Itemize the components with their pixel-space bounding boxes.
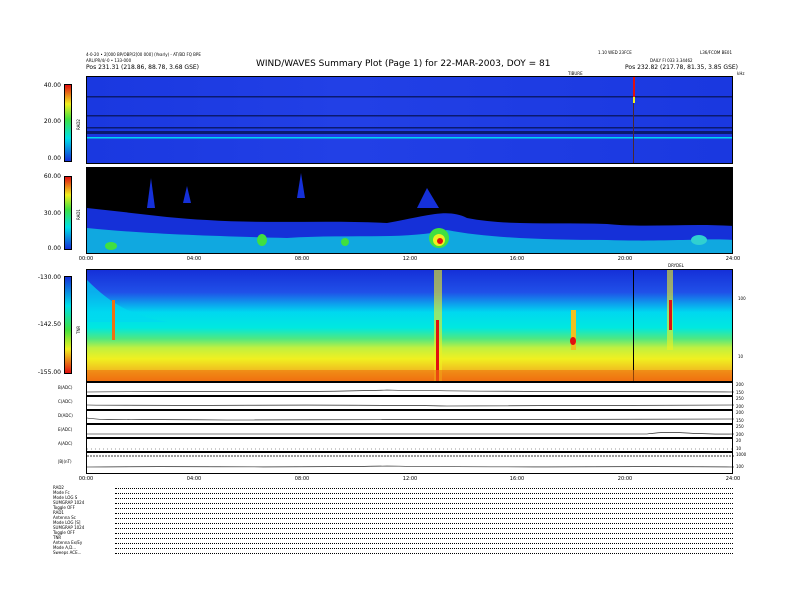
strip-1-right-top: 200 (736, 382, 744, 387)
rad2-tick-bottom: 0.00 (47, 155, 61, 162)
bottom-xtick-5: 20:00 (617, 476, 633, 482)
header-info-right-2: L36/FCOM BE01 (700, 50, 732, 55)
bottom-xtick-4: 16:00 (509, 476, 525, 482)
rad2-spectrogram (86, 76, 733, 164)
strip-label-5: A(ADC) (58, 441, 73, 446)
tnr-tick-mid: -142.50 (37, 321, 61, 328)
rad2-tick-top: 40.00 (43, 82, 61, 89)
tnr-colorbar (64, 276, 72, 374)
tnr-features (87, 270, 732, 381)
strip-plot-3 (86, 410, 735, 424)
header-daily: DAILY FI 033 3.34462 (650, 58, 693, 63)
rad1-xtick-3: 12:00 (402, 256, 418, 262)
bottom-xtick-6: 24:00 (725, 476, 741, 482)
bottom-xtick-3: 12:00 (402, 476, 418, 482)
rad1-activity (87, 173, 732, 253)
strip-4-right-bottom: 200 (736, 432, 744, 437)
rad1-colorbar (64, 176, 72, 250)
strip-plot-6 (86, 452, 735, 474)
page-title: WIND/WAVES Summary Plot (Page 1) for 22-… (256, 59, 551, 69)
tnr-axis-label: TNR (76, 325, 81, 334)
rad1-xtick-1: 04:00 (186, 256, 202, 262)
strip-5-right-top: 20 (736, 438, 742, 443)
rad2-tick-mid: 20.00 (43, 118, 61, 125)
strip-label-4: E(ADC) (58, 427, 73, 432)
rad1-tick-top: 60.00 (43, 173, 61, 180)
header-info-right-1: 1.10 WED 23FCE (598, 50, 632, 55)
strip-3-right-bottom: 150 (736, 418, 744, 423)
strip-label-3: D(ADC) (58, 413, 73, 418)
param-row: Sweeps ACE... (53, 550, 733, 556)
rad1-axis-label: RAD1 (76, 209, 81, 220)
bottom-xtick-2: 08:00 (294, 476, 310, 482)
bottom-xtick-1: 04:00 (186, 476, 202, 482)
rad1-xtick-2: 08:00 (294, 256, 310, 262)
header-pos-left: Pos 231.31 (218.86, 88.78, 3.68 GSE) (86, 64, 200, 71)
tnr-tick-top: -130.00 (37, 274, 61, 281)
tibure-marker: DRYDEL (668, 263, 684, 268)
strip-6-right-top: 1000 (736, 452, 747, 457)
strip-4-right-top: 250 (736, 424, 744, 429)
rad2-colorbar (64, 84, 72, 162)
strip-2-right-bottom: 200 (736, 404, 744, 409)
rad1-spectrogram (86, 167, 733, 254)
strip-2-right-top: 250 (736, 396, 744, 401)
strip-6-right-bottom: 100 (736, 464, 744, 469)
rad2-dark-line (633, 103, 634, 163)
tnr-right-tick-100: 100 (738, 296, 746, 301)
strip-plot-5 (86, 438, 734, 452)
bottom-xtick-0: 00:00 (78, 476, 94, 482)
strip-plot-2 (86, 396, 735, 410)
header-pos-right: Pos 232.82 (217.78, 81.35, 3.85 GSE) (625, 64, 739, 71)
rad1-tick-bottom: 0.00 (47, 245, 61, 252)
rad1-tick-mid: 30.00 (43, 210, 61, 217)
tnr-spectrogram (86, 269, 733, 382)
khz-label: kHz (737, 71, 745, 76)
strip-label-2: C(ADC) (58, 399, 73, 404)
header-info-2: ARL/PR/4/-0 • 133-000 (86, 58, 132, 63)
tnr-right-tick-10: 10 (738, 354, 744, 359)
rad2-axis-label: RAD2 (76, 119, 81, 130)
strip-1-right-bottom: 150 (736, 390, 744, 395)
rad1-xtick-0: 00:00 (78, 256, 94, 262)
rad1-xtick-5: 20:00 (617, 256, 633, 262)
strip-plot-1 (86, 382, 735, 396)
strip-3-right-top: 200 (736, 410, 744, 415)
rad1-xtick-6: 24:00 (725, 256, 741, 262)
strip-plot-4 (86, 424, 735, 438)
strip-5-right-bottom: 10 (736, 446, 742, 451)
strip-label-6: |B|(nT) (58, 459, 72, 464)
tnr-tick-bottom: -155.00 (37, 369, 61, 376)
header-info-1: 4-0-20 • 2[000 BP/OBP/2[00 000] (Yearly)… (86, 52, 201, 57)
strip-label-1: B(ADC) (58, 385, 73, 390)
rad1-xtick-4: 16:00 (509, 256, 525, 262)
